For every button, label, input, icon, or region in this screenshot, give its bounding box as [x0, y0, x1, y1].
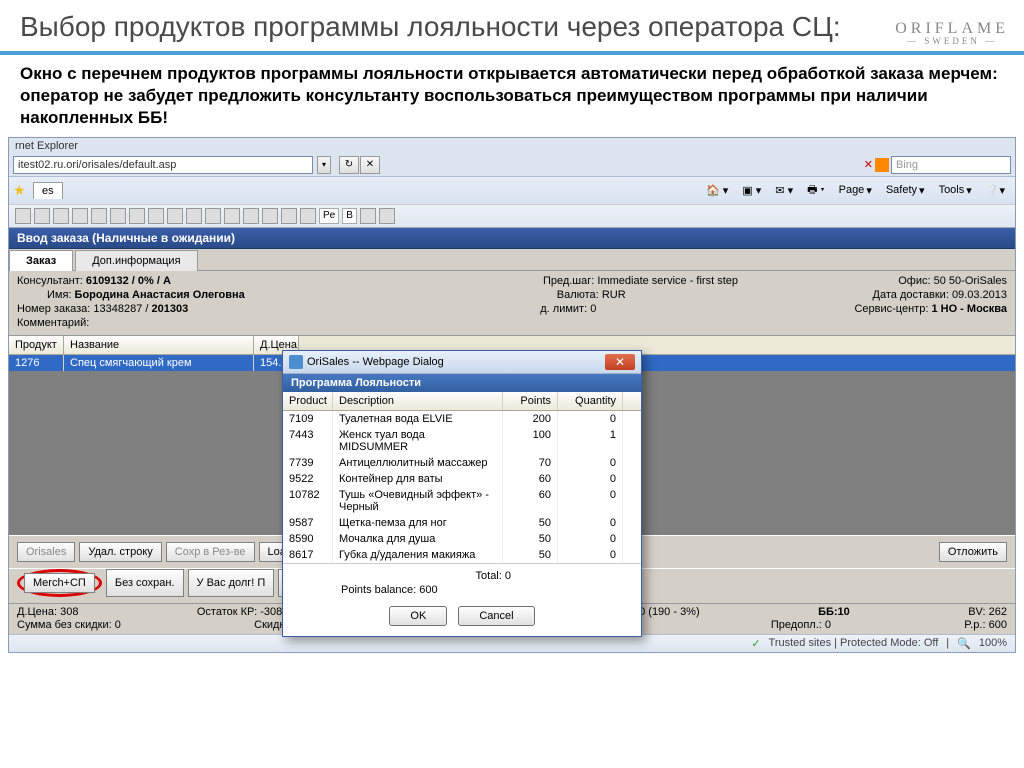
- dialog-titlebar[interactable]: OriSales -- Webpage Dialog ✕: [283, 351, 641, 374]
- loyalty-dialog: OriSales -- Webpage Dialog ✕ Программа Л…: [282, 350, 642, 637]
- table-row[interactable]: 7443Женск туал вода MIDSUMMER1001: [283, 427, 641, 455]
- zoom-value[interactable]: 100%: [979, 637, 1007, 649]
- cancel-button[interactable]: Cancel: [458, 606, 534, 626]
- col-product[interactable]: Продукт: [9, 336, 64, 354]
- stop-red-icon[interactable]: ✕: [864, 158, 873, 171]
- col-quantity[interactable]: Quantity: [558, 392, 623, 410]
- zoom-icon[interactable]: 🔍: [957, 637, 971, 650]
- help-icon[interactable]: ❔▾: [980, 182, 1011, 199]
- col-product[interactable]: Product: [283, 392, 333, 410]
- delete-row-button[interactable]: Удал. строку: [79, 542, 161, 562]
- slide-title: Выбор продуктов программы лояльности чер…: [20, 10, 1004, 44]
- col-description[interactable]: Description: [333, 392, 503, 410]
- browser-tab[interactable]: es: [33, 182, 63, 199]
- ie-icon: [289, 355, 303, 369]
- toolbar-icon[interactable]: [34, 208, 50, 224]
- toolbar-icon[interactable]: [15, 208, 31, 224]
- close-icon[interactable]: ✕: [605, 354, 635, 370]
- table-row[interactable]: 10782Тушь «Очевидный эффект» - Черный600: [283, 487, 641, 515]
- app-tabs: Заказ Доп.информация: [9, 249, 1015, 271]
- dialog-rows: 7109Туалетная вода ELVIE20007443Женск ту…: [283, 411, 641, 563]
- table-row[interactable]: 9522Контейнер для ваты600: [283, 471, 641, 487]
- order-info-panel: Консультант: 6109132 / 0% / A Пред.шаг: …: [9, 271, 1015, 336]
- toolbar-icon[interactable]: [205, 208, 221, 224]
- app-toolbar: Pe B: [9, 204, 1015, 228]
- col-points[interactable]: Points: [503, 392, 558, 410]
- brand-logo: ORIFLAME — SWEDEN —: [895, 20, 1009, 46]
- toolbar-icon[interactable]: [281, 208, 297, 224]
- toolbar-text[interactable]: B: [342, 208, 357, 224]
- toolbar-text[interactable]: Pe: [319, 208, 339, 224]
- safety-menu[interactable]: Safety ▾: [880, 182, 931, 199]
- ok-button[interactable]: OK: [389, 606, 447, 626]
- toolbar-icon[interactable]: [243, 208, 259, 224]
- url-input[interactable]: itest02.ru.ori/orisales/default.asp: [13, 156, 313, 174]
- status-sep: |: [946, 637, 949, 649]
- toolbar-icon[interactable]: [224, 208, 240, 224]
- tab-info[interactable]: Доп.информация: [75, 250, 197, 271]
- slide-header: Выбор продуктов программы лояльности чер…: [0, 0, 1024, 49]
- tab-order[interactable]: Заказ: [9, 250, 73, 271]
- print-icon[interactable]: 🖶 ▾: [801, 179, 831, 202]
- trusted-icon: ✓: [751, 637, 760, 650]
- refresh-icon[interactable]: ↻: [339, 156, 359, 174]
- search-input[interactable]: Bing: [891, 156, 1011, 174]
- dialog-grid-header: Product Description Points Quantity: [283, 392, 641, 411]
- debt-button[interactable]: У Вас долг! П: [188, 569, 275, 597]
- table-row[interactable]: 7739Антицеллюлитный массажер700: [283, 455, 641, 471]
- toolbar-icon[interactable]: [148, 208, 164, 224]
- status-trusted: Trusted sites | Protected Mode: Off: [769, 637, 939, 649]
- dialog-section-title: Программа Лояльности: [283, 374, 641, 392]
- dialog-title: OriSales -- Webpage Dialog: [307, 356, 444, 368]
- browser-tab-row: ★ es 🏠 ▾ ▣ ▾ ✉ ▾ 🖶 ▾ Page ▾ Safety ▾ Too…: [9, 176, 1015, 204]
- toolbar-icon[interactable]: [360, 208, 376, 224]
- toolbar-icon[interactable]: [72, 208, 88, 224]
- orisales-button[interactable]: Orisales: [17, 542, 75, 562]
- no-save-button[interactable]: Без сохран.: [106, 569, 184, 597]
- toolbar-icon[interactable]: [91, 208, 107, 224]
- merch-sp-button[interactable]: Merch+СП: [24, 573, 95, 593]
- address-bar-row: itest02.ru.ori/orisales/default.asp ▾ ↻ …: [9, 154, 1015, 176]
- postpone-button[interactable]: Отложить: [939, 542, 1007, 562]
- toolbar-icon[interactable]: [53, 208, 69, 224]
- url-dropdown-icon[interactable]: ▾: [317, 156, 331, 174]
- table-row[interactable]: 9587Щетка-пемза для ног500: [283, 515, 641, 531]
- browser-title: rnet Explorer: [9, 138, 1015, 154]
- toolbar-icon[interactable]: [129, 208, 145, 224]
- toolbar-icon[interactable]: [186, 208, 202, 224]
- feeds-icon[interactable]: ▣ ▾: [736, 182, 767, 199]
- home-icon[interactable]: 🏠 ▾: [700, 182, 734, 199]
- tools-menu[interactable]: Tools ▾: [933, 182, 978, 199]
- bing-icon: [875, 158, 889, 172]
- highlight-annotation: Merch+СП: [17, 569, 102, 597]
- table-row[interactable]: 8617Губка д/удаления макияжа500: [283, 547, 641, 563]
- stop-icon[interactable]: ✕: [360, 156, 380, 174]
- app-title: Ввод заказа (Наличные в ожидании): [9, 228, 1015, 249]
- page-menu[interactable]: Page ▾: [833, 182, 878, 199]
- favorites-icon[interactable]: ★: [13, 182, 29, 198]
- toolbar-icon[interactable]: [110, 208, 126, 224]
- table-row[interactable]: 7109Туалетная вода ELVIE2000: [283, 411, 641, 427]
- col-name[interactable]: Название: [64, 336, 254, 354]
- slide-description: Окно с перечнем продуктов программы лоял…: [0, 55, 1024, 137]
- dialog-footer: Total: 0 Points balance: 600 OK Cancel: [283, 563, 641, 636]
- save-reserve-button[interactable]: Сохр в Рез-ве: [166, 542, 255, 562]
- toolbar-icon[interactable]: [300, 208, 316, 224]
- toolbar-icon[interactable]: [262, 208, 278, 224]
- table-row[interactable]: 8590Мочалка для душа500: [283, 531, 641, 547]
- toolbar-icon[interactable]: [167, 208, 183, 224]
- mail-icon[interactable]: ✉ ▾: [769, 182, 799, 199]
- toolbar-icon[interactable]: [379, 208, 395, 224]
